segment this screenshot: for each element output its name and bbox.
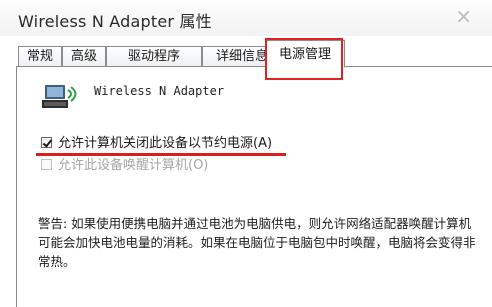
allow-power-off-label[interactable]: 允许计算机关闭此设备以节约电源(A) bbox=[58, 132, 272, 151]
window-title: Wireless N Adapter 属性 bbox=[18, 12, 212, 31]
title-bar: Wireless N Adapter 属性 × bbox=[0, 0, 492, 36]
tab-general[interactable]: 常规 bbox=[18, 46, 62, 66]
allow-wake-label: 允许此设备唤醒计算机(O) bbox=[58, 158, 209, 173]
warning-text: 警告: 如果使用便携电脑并通过电池为电脑供电，则允许网络适配器唤醒计算机可能会加… bbox=[38, 216, 476, 269]
allow-wake-checkbox bbox=[41, 159, 52, 170]
tab-driver[interactable]: 驱动程序 bbox=[106, 46, 202, 66]
allow-power-off-checkbox[interactable] bbox=[41, 137, 52, 148]
device-name: Wireless N Adapter bbox=[94, 84, 225, 98]
tab-advanced[interactable]: 高级 bbox=[62, 46, 106, 66]
tab-power-management[interactable]: 电源管理 bbox=[265, 40, 345, 68]
network-adapter-icon bbox=[40, 82, 80, 114]
close-icon[interactable]: × bbox=[455, 4, 472, 28]
